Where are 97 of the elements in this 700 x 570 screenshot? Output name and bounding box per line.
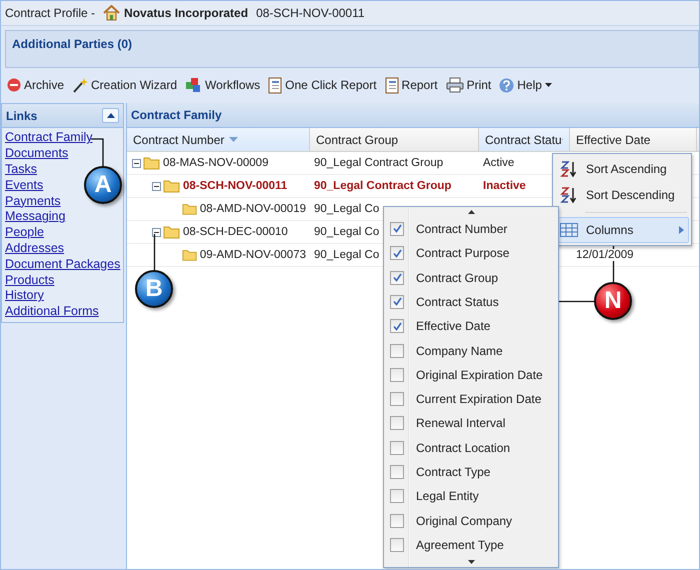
toolbar-button[interactable]: Help	[497, 74, 554, 96]
menu-item[interactable]: Current Expiration Date	[384, 387, 558, 412]
table-cell: Inactive	[483, 180, 526, 192]
magic-wand-icon	[72, 77, 88, 93]
collapse-icon[interactable]	[132, 158, 141, 168]
checkbox[interactable]	[390, 538, 404, 552]
menu-item[interactable]: Renewal Interval	[384, 411, 558, 436]
menu-item[interactable]: Contract Group	[384, 265, 558, 290]
menu-item[interactable]: Agreement Type	[384, 532, 558, 558]
panel-title: Contract Family	[131, 108, 222, 122]
toolbar-button[interactable]: Print	[444, 74, 494, 96]
house-icon	[103, 5, 120, 21]
menu-item[interactable]: Contract Location	[384, 436, 558, 460]
document-icon	[268, 76, 282, 94]
scroll-up-icon[interactable]	[468, 210, 474, 214]
checkbox[interactable]	[390, 440, 404, 455]
contract-number: 09-AMD-NOV-00073	[200, 249, 306, 261]
menu-item[interactable]: Original Expiration Date	[384, 362, 558, 387]
collapse-icon[interactable]	[152, 228, 161, 236]
sort-ascending-icon	[560, 160, 578, 178]
column-header[interactable]: Effective Date	[570, 128, 697, 151]
checkbox[interactable]	[390, 270, 404, 285]
checkbox[interactable]	[390, 222, 404, 236]
folder-icon	[182, 202, 197, 216]
folder-icon	[182, 248, 197, 262]
checkbox[interactable]	[390, 368, 404, 382]
checkbox[interactable]	[390, 246, 404, 260]
menu-item[interactable]: Contract Type	[384, 460, 558, 484]
panel-title: Additional Parties (0)	[12, 37, 132, 51]
table-cell: 90_Legal Co	[314, 203, 380, 215]
sidebar-link[interactable]: Documents	[5, 146, 68, 162]
toolbar-button[interactable]: Workflows	[183, 74, 262, 96]
menu-item[interactable]: Sort Ascending	[555, 156, 689, 182]
checkbox[interactable]	[390, 416, 404, 430]
contract-number: 08-AMD-NOV-00019	[200, 203, 306, 215]
column-header[interactable]: Contract Number	[127, 128, 310, 151]
checkbox[interactable]	[390, 392, 404, 406]
table-cell: 90_Legal Co	[314, 249, 380, 261]
sidebar-link[interactable]: Addresses	[5, 241, 64, 257]
toolbar-button[interactable]: Archive	[5, 74, 66, 96]
toolbar-button[interactable]: One Click Report	[266, 74, 379, 96]
table-cell: Active	[483, 157, 514, 169]
company-name: Novatus Incorporated	[124, 6, 248, 20]
sidebar-link[interactable]: People	[5, 225, 44, 242]
sidebar-link[interactable]: Events	[5, 178, 44, 194]
checkbox[interactable]	[390, 344, 404, 358]
toolbar-button[interactable]: Report	[382, 74, 440, 96]
checkbox[interactable]	[390, 319, 404, 334]
menu-item[interactable]: Original Company	[384, 508, 558, 533]
cubes-icon	[185, 77, 202, 93]
collapse-button[interactable]	[102, 108, 119, 124]
caret-up-icon	[106, 113, 114, 118]
help-icon	[499, 78, 514, 92]
sidebar-link[interactable]: Payments	[5, 194, 61, 210]
checkbox[interactable]	[390, 514, 404, 528]
checkbox[interactable]	[390, 465, 404, 480]
submenu-arrow-icon	[679, 226, 684, 234]
toolbar-button[interactable]: Creation Wizard	[70, 74, 180, 96]
menu-item[interactable]: Company Name	[384, 338, 558, 363]
folder-icon	[163, 179, 180, 193]
scroll-down-icon[interactable]	[468, 560, 474, 564]
collapse-icon[interactable]	[152, 182, 161, 190]
menu-item[interactable]: Contract Number	[384, 216, 558, 242]
table-cell: 90_Legal Co	[314, 226, 380, 238]
document-icon	[384, 76, 399, 94]
checkbox[interactable]	[390, 294, 404, 309]
contract-number: 08-MAS-NOV-00009	[163, 157, 268, 169]
panel-title: Links	[6, 108, 38, 123]
printer-icon	[446, 77, 464, 93]
column-header[interactable]: Contract Statu	[479, 128, 570, 151]
checkbox[interactable]	[390, 489, 404, 504]
sidebar-link[interactable]: Tasks	[5, 162, 37, 178]
menu-item[interactable]: Contract Status	[384, 290, 558, 314]
menu-item[interactable]: Contract Purpose	[384, 241, 558, 266]
minus-circle-icon	[7, 78, 21, 92]
folder-icon	[143, 156, 160, 170]
sidebar-link[interactable]: Products	[5, 272, 54, 288]
folder-icon	[163, 225, 180, 239]
sidebar-link[interactable]: Messaging	[5, 209, 66, 226]
sidebar-link[interactable]: Contract Family	[5, 130, 93, 146]
table-cell: 90_Legal Contract Group	[314, 180, 452, 192]
contract-number: 08-SCH-NOV-00011	[183, 180, 288, 192]
page-title: Contract Profile -	[5, 6, 96, 20]
sidebar-link[interactable]: Additional Forms	[5, 304, 99, 320]
menu-item[interactable]: Effective Date	[384, 314, 558, 338]
sort-arrow-icon	[229, 137, 238, 142]
contract-id: 08-SCH-NOV-00011	[256, 6, 365, 20]
contract-number: 08-SCH-DEC-00010	[183, 226, 288, 238]
sidebar-link[interactable]: Document Packages	[5, 256, 120, 273]
table-cell: 12/01/2009	[574, 249, 636, 261]
sort-descending-icon	[560, 186, 578, 204]
columns-icon	[560, 223, 578, 237]
leader-line	[153, 234, 156, 272]
table-cell: 90_Legal Contract Group	[314, 157, 444, 169]
sidebar-link[interactable]: History	[5, 288, 44, 304]
menu-item[interactable]: Sort Descending	[555, 182, 689, 208]
menu-item[interactable]: Legal Entity	[384, 484, 558, 509]
